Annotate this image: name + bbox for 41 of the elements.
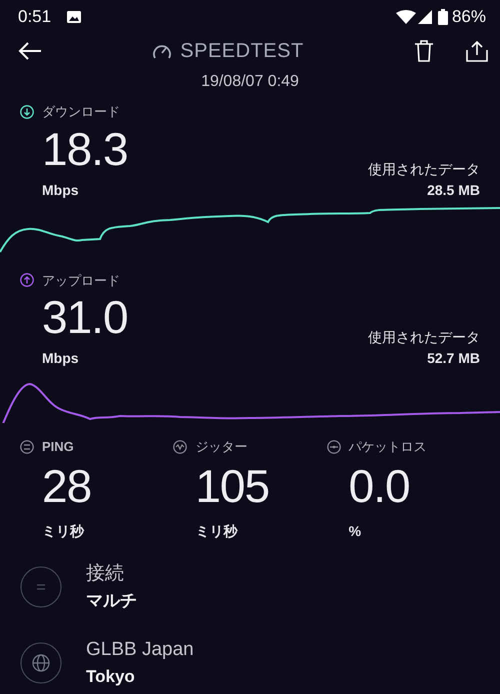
metric-unit: % — [348, 522, 362, 540]
jitter-icon — [173, 440, 188, 454]
battery-icon — [438, 9, 448, 25]
speed-value: 18.3 — [42, 126, 128, 172]
metric-label: PING — [42, 438, 74, 456]
speed-value: 31.0 — [42, 294, 128, 340]
status-time: 0:51 — [18, 6, 52, 28]
speed-unit: Mbps — [42, 349, 80, 368]
metric-label: ジッター — [195, 438, 248, 456]
metric-unit: ミリ秒 — [41, 522, 86, 540]
ping-icon — [20, 440, 34, 454]
metric-value: 28 — [41, 462, 92, 508]
metric-label: パケットロス — [348, 438, 427, 456]
wifi-icon — [396, 10, 416, 24]
detail-title: GLBB Japan — [86, 638, 194, 662]
detail-title: 接続 — [86, 562, 125, 586]
metric-unit: ミリ秒 — [194, 522, 239, 540]
data-used-label: 使用されたデータ — [368, 160, 480, 178]
share-icon[interactable] — [466, 40, 488, 62]
connection-icon — [20, 566, 62, 608]
image-icon — [67, 11, 82, 23]
data-used-label: 使用されたデータ — [368, 328, 480, 347]
download-icon — [20, 104, 34, 119]
result-label: アップロード — [42, 272, 120, 290]
back-arrow-icon[interactable] — [18, 42, 42, 60]
detail-value: Tokyo — [86, 666, 136, 688]
globe-icon — [20, 642, 62, 684]
battery-level: 86% — [452, 6, 486, 28]
test-date: 19/08/07 0:49 — [200, 72, 300, 92]
speed-unit: Mbps — [42, 180, 80, 200]
metric-value: 0.0 — [348, 462, 411, 508]
app-title: SPEEDTEST — [180, 39, 304, 64]
data-used-value: 52.7 MB — [426, 349, 480, 368]
upload-icon — [20, 273, 34, 288]
packet-loss-icon — [326, 440, 341, 454]
metric-value: 105 — [194, 462, 270, 508]
detail-value: マルチ — [86, 590, 137, 612]
trash-icon[interactable] — [414, 40, 434, 62]
data-used-value: 28.5 MB — [426, 180, 480, 200]
signal-icon — [416, 10, 432, 24]
result-label: ダウンロード — [42, 103, 120, 121]
